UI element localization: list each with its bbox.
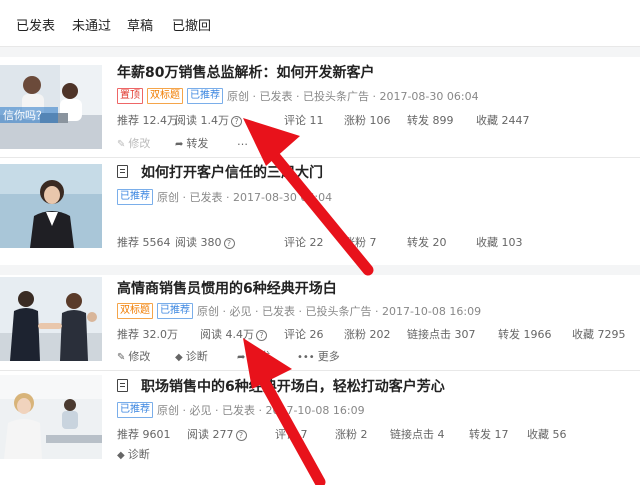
tag-dual-title: 双标题 <box>147 88 183 104</box>
more-label: 更多 <box>317 350 340 363</box>
article-row: 高情商销售员惯用的6种经典开场白 双标题 已推荐 原创 · 必见 · 已发表 · 已… <box>0 275 640 370</box>
article-meta: 置顶 双标题 已推荐 原创 · 已发表 · 已投头条广告 · 2017-08-30 0… <box>117 88 479 104</box>
article-meta-text: 原创 · 必见 · 已发表 · 已投头条广告 · 2017-10-08 16:0… <box>197 305 482 318</box>
share-arrow-icon: ➦ <box>237 352 246 363</box>
tab-withdrawn[interactable]: 已撤回 <box>172 15 211 34</box>
stat-followers: 涨粉 2 <box>335 428 368 441</box>
pencil-icon: ✎ <box>117 139 126 150</box>
stat-reads: 阅读 1.4万? <box>175 112 242 128</box>
stat-reads: 阅读 277? <box>187 426 247 442</box>
tab-drafts[interactable]: 草稿 <box>127 15 153 34</box>
handshake-photo-image <box>0 277 102 361</box>
stat-shares: 转发 1966 <box>498 328 552 341</box>
more-dots-icon: … <box>237 135 248 148</box>
edit-label: 修改 <box>128 350 151 363</box>
share-label: 转发 <box>248 350 271 363</box>
stat-reads: 阅读 4.4万? <box>200 326 267 342</box>
stat-recommend: 推荐 9601 <box>117 428 171 441</box>
diagnose-label: 诊断 <box>185 350 208 363</box>
diagnose-button[interactable]: ◆ 诊断 <box>175 348 208 364</box>
article-thumbnail[interactable] <box>0 164 102 248</box>
stat-favorites: 收藏 56 <box>527 428 567 441</box>
meeting-photo-image <box>0 375 102 459</box>
article-meta: 双标题 已推荐 原创 · 必见 · 已发表 · 已投头条广告 · 2017-10-0… <box>117 303 481 319</box>
share-button[interactable]: ➦ 转发 <box>175 135 208 151</box>
diagnose-label: 诊断 <box>127 448 150 461</box>
stat-favorites: 收藏 103 <box>476 236 523 249</box>
more-button[interactable]: … <box>237 135 248 148</box>
stat-shares: 转发 17 <box>469 428 509 441</box>
help-icon[interactable]: ? <box>231 115 242 127</box>
businesswoman-photo-image <box>0 164 102 248</box>
stat-recommend: 推荐 12.4万 <box>117 114 178 127</box>
stat-comments: 评论 11 <box>284 114 324 127</box>
stat-favorites: 收藏 2447 <box>476 114 530 127</box>
stat-recommend: 推荐 32.0万 <box>117 328 178 341</box>
article-meta: 已推荐 原创 · 必见 · 已发表 · 2017-10-08 16:09 <box>117 402 365 418</box>
pencil-icon: ✎ <box>117 352 126 363</box>
edit-button[interactable]: ✎ 修改 <box>117 135 150 151</box>
stat-followers: 涨粉 106 <box>344 114 391 127</box>
diamond-icon: ◆ <box>117 450 125 461</box>
status-tabs: 已发表 未通过 草稿 已撤回 <box>0 0 640 47</box>
stat-favorites: 收藏 7295 <box>572 328 626 341</box>
more-button[interactable]: ••• 更多 <box>297 348 340 364</box>
thumbnail-caption: 信你吗？ <box>3 109 47 122</box>
share-button[interactable]: ➦ 转发 <box>237 348 270 364</box>
office-photo-image: 信你吗？ <box>0 65 102 149</box>
stat-shares: 转发 899 <box>407 114 454 127</box>
tag-dual-title: 双标题 <box>117 303 153 319</box>
stat-shares: 转发 20 <box>407 236 447 249</box>
article-title[interactable]: 如何打开客户信任的三扇大门 <box>141 162 323 182</box>
article-doc-icon <box>117 379 128 392</box>
article-thumbnail[interactable] <box>0 277 102 361</box>
stat-reads: 阅读 380? <box>175 234 235 250</box>
share-label: 转发 <box>186 137 209 150</box>
diagnose-button[interactable]: ◆ 诊断 <box>117 446 150 462</box>
tag-recommended: 已推荐 <box>157 303 193 319</box>
share-arrow-icon: ➦ <box>175 139 184 150</box>
stat-followers: 涨粉 7 <box>344 236 377 249</box>
article-meta-text: 原创 · 已发表 · 2017-08-30 06:04 <box>157 191 333 204</box>
article-title[interactable]: 年薪80万销售总监解析：如何开发新客户 <box>117 62 374 82</box>
tag-recommended: 已推荐 <box>117 402 153 418</box>
tab-rejected[interactable]: 未通过 <box>72 15 111 34</box>
stat-link-clicks: 链接点击 307 <box>407 328 476 341</box>
tag-pinned: 置顶 <box>117 88 143 104</box>
article-doc-icon <box>117 165 128 178</box>
article-title[interactable]: 职场销售中的6种经典开场白，轻松打动客户芳心 <box>141 376 445 396</box>
tag-recommended: 已推荐 <box>187 88 223 104</box>
stat-comments: 评论 7 <box>275 428 308 441</box>
tabs-gap <box>0 47 640 57</box>
help-icon[interactable]: ? <box>235 429 247 441</box>
diamond-icon: ◆ <box>175 352 183 363</box>
stat-recommend: 推荐 5564 <box>117 236 171 249</box>
stat-reads-text: 阅读 4.4万 <box>200 328 254 341</box>
stat-comments: 评论 22 <box>284 236 324 249</box>
stat-reads-text: 阅读 380 <box>175 236 222 249</box>
stat-followers: 涨粉 202 <box>344 328 391 341</box>
edit-label: 修改 <box>128 137 151 150</box>
help-icon[interactable]: ? <box>223 237 235 249</box>
article-title[interactable]: 高情商销售员惯用的6种经典开场白 <box>117 278 337 298</box>
article-meta: 已推荐 原创 · 已发表 · 2017-08-30 06:04 <box>117 189 332 205</box>
stat-reads-text: 阅读 277 <box>187 428 234 441</box>
article-row: 职场销售中的6种经典开场白，轻松打动客户芳心 已推荐 原创 · 必见 · 已发表 … <box>0 371 640 485</box>
more-dots-icon: ••• <box>297 352 315 363</box>
stat-comments: 评论 26 <box>284 328 324 341</box>
article-row: 信你吗？ 年薪80万销售总监解析：如何开发新客户 置顶 双标题 已推荐 原创 · 已发… <box>0 57 640 157</box>
stat-reads-text: 阅读 1.4万 <box>175 114 229 127</box>
article-thumbnail[interactable]: 信你吗？ <box>0 65 102 149</box>
article-meta-text: 原创 · 已发表 · 已投头条广告 · 2017-08-30 06:04 <box>227 90 479 103</box>
help-icon[interactable]: ? <box>256 329 267 341</box>
stat-link-clicks: 链接点击 4 <box>390 428 445 441</box>
tab-published[interactable]: 已发表 <box>16 15 55 34</box>
article-meta-text: 原创 · 必见 · 已发表 · 2017-10-08 16:09 <box>157 404 365 417</box>
article-row: 如何打开客户信任的三扇大门 已推荐 原创 · 已发表 · 2017-08-30 0… <box>0 158 640 265</box>
article-thumbnail[interactable] <box>0 375 102 459</box>
tag-recommended: 已推荐 <box>117 189 153 205</box>
row-gap <box>0 265 640 275</box>
edit-button[interactable]: ✎ 修改 <box>117 348 150 364</box>
